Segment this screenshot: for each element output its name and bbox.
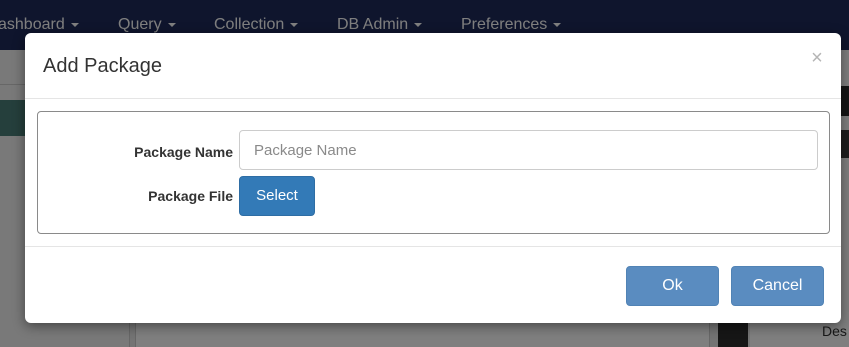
package-name-input[interactable]	[239, 130, 818, 170]
package-file-label: Package File	[148, 188, 233, 204]
add-package-dialog: Add Package × Package Name Package File …	[25, 33, 841, 323]
modal-title: Add Package	[43, 55, 162, 77]
ok-button[interactable]: Ok	[626, 266, 719, 306]
package-form: Package Name Package File Select	[37, 111, 830, 234]
modal-header: Add Package ×	[25, 33, 841, 99]
cancel-button[interactable]: Cancel	[731, 266, 824, 306]
select-file-button[interactable]: Select	[239, 176, 315, 216]
modal-footer: Ok Cancel	[25, 246, 841, 323]
close-icon[interactable]: ×	[809, 48, 825, 68]
package-name-label: Package Name	[134, 144, 233, 160]
